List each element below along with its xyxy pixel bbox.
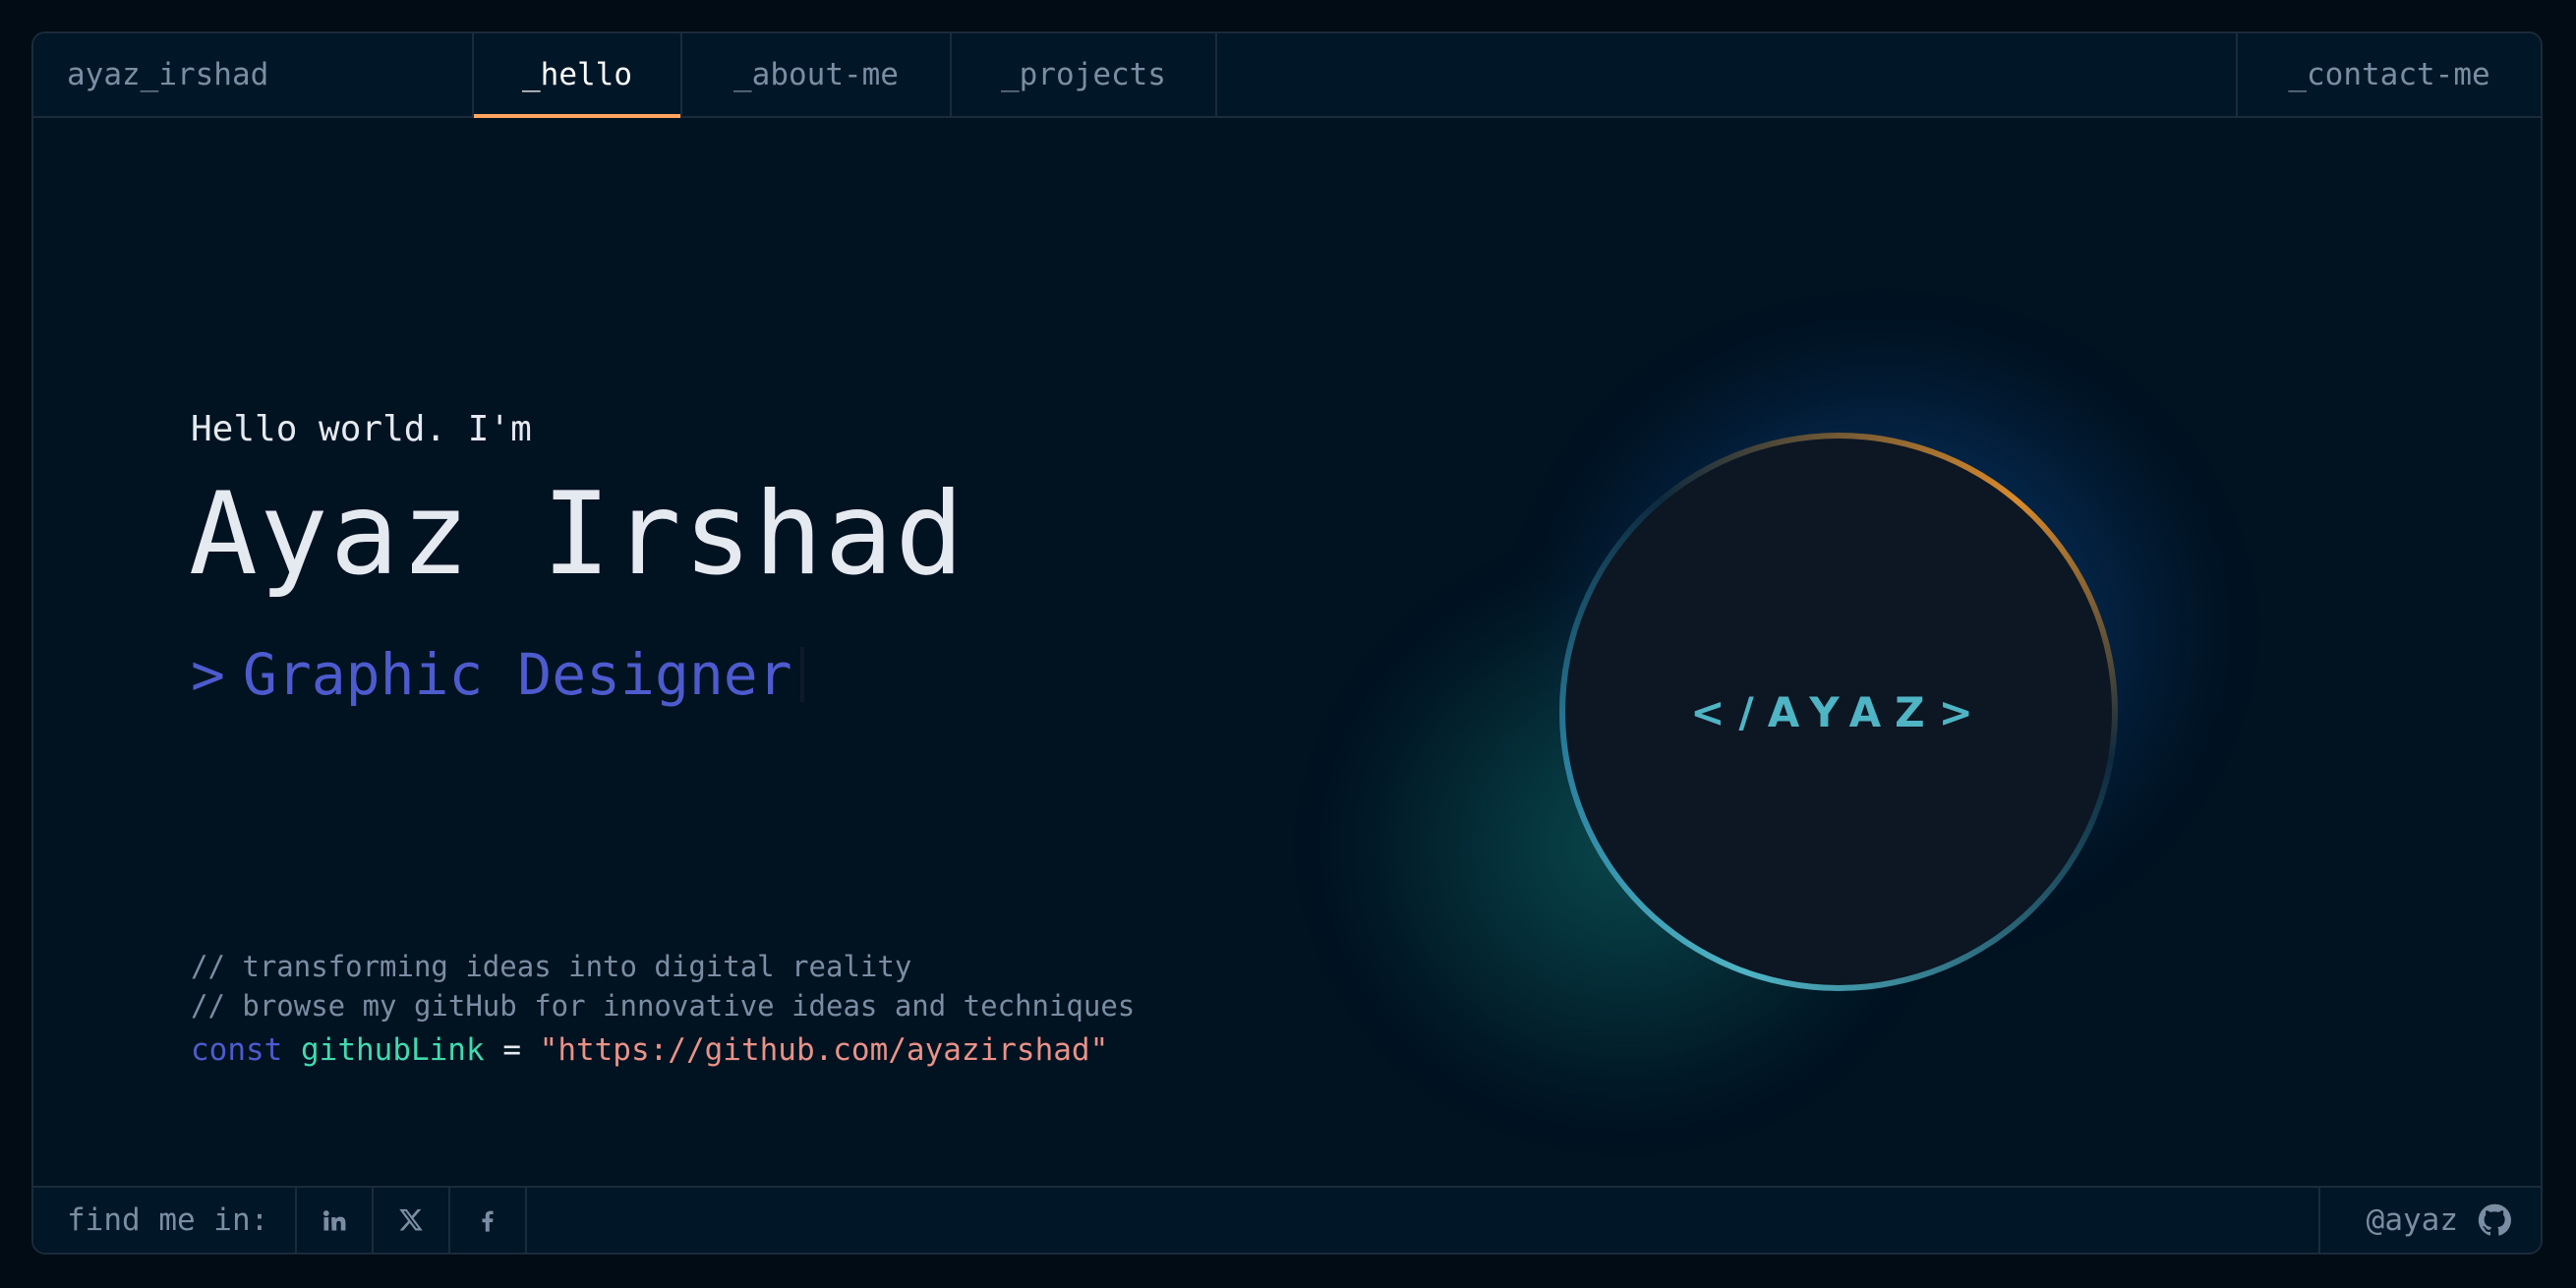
- github-icon: [2478, 1203, 2511, 1236]
- logo-text: </AYAZ>: [1690, 687, 1987, 736]
- logo-circle-inner: </AYAZ>: [1565, 439, 2112, 985]
- code-keyword: const: [191, 1032, 283, 1068]
- logo-circle: </AYAZ>: [1559, 433, 2118, 991]
- footer-bar: find me in: @ayaz: [33, 1186, 2541, 1253]
- brand-name[interactable]: ayaz_irshad: [33, 33, 474, 116]
- x-icon[interactable]: [374, 1188, 450, 1253]
- app-window: ayaz_irshad _hello _about-me _projects _…: [31, 31, 2543, 1255]
- hero-section: Hello world. I'm Ayaz Irshad > Graphic D…: [33, 118, 2541, 1186]
- typing-caret: [799, 647, 804, 702]
- github-profile-link[interactable]: @ayaz: [2318, 1188, 2541, 1253]
- tab-about-me[interactable]: _about-me: [682, 33, 952, 116]
- tab-hello[interactable]: _hello: [474, 33, 682, 118]
- code-comment-2: // browse my gitHub for innovative ideas…: [191, 989, 1136, 1023]
- prompt-chevron: >: [191, 641, 225, 708]
- hero-role: > Graphic Designer: [191, 641, 804, 708]
- code-operator: =: [502, 1032, 521, 1068]
- facebook-icon[interactable]: [450, 1188, 527, 1253]
- code-variable: githubLink: [301, 1032, 485, 1068]
- hero-name: Ayaz Irshad: [189, 468, 966, 601]
- find-me-label: find me in:: [33, 1188, 297, 1253]
- tab-projects[interactable]: _projects: [952, 33, 1217, 116]
- greeting-text: Hello world. I'm: [191, 409, 532, 449]
- linkedin-icon[interactable]: [297, 1188, 374, 1253]
- code-comment-1: // transforming ideas into digital reali…: [191, 950, 912, 983]
- github-code-line: const githubLink = "https://github.com/a…: [191, 1032, 1108, 1068]
- top-nav: ayaz_irshad _hello _about-me _projects _…: [33, 33, 2541, 118]
- github-link[interactable]: "https://github.com/ayazirshad": [540, 1032, 1109, 1068]
- role-text: Graphic Designer: [242, 641, 792, 708]
- github-handle: @ayaz: [2366, 1202, 2458, 1238]
- tab-contact-me[interactable]: _contact-me: [2236, 33, 2541, 116]
- footer-spacer: [527, 1188, 2318, 1253]
